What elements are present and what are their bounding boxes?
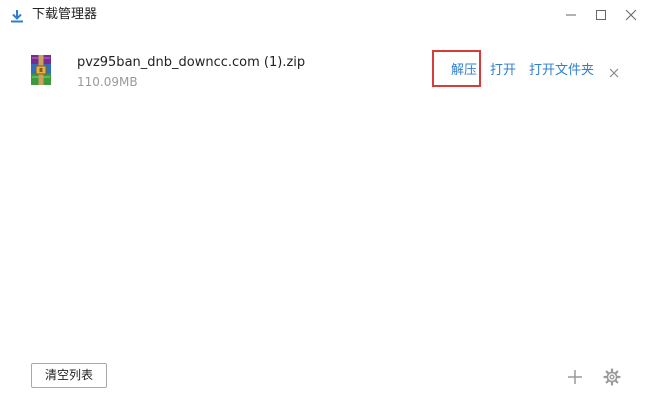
close-icon (609, 63, 619, 82)
close-window-button[interactable] (620, 4, 642, 26)
open-folder-link[interactable]: 打开文件夹 (529, 63, 594, 79)
gear-icon (603, 368, 621, 390)
winrar-archive-icon (30, 54, 52, 86)
file-name: pvz95ban_dnb_downcc.com (1).zip (77, 55, 306, 70)
download-icon (10, 8, 24, 23)
remove-item-button[interactable] (606, 64, 622, 80)
minimize-button[interactable] (560, 4, 582, 26)
open-link[interactable]: 打开 (490, 63, 516, 79)
clear-list-button[interactable]: 清空列表 (31, 363, 107, 388)
extract-link[interactable]: 解压 (451, 63, 477, 79)
window-title: 下载管理器 (32, 7, 98, 22)
maximize-icon (595, 6, 607, 25)
minimize-icon (565, 6, 577, 25)
file-size: 110.09MB (77, 75, 138, 89)
title-bar: 下载管理器 (0, 0, 650, 30)
add-download-button[interactable] (565, 369, 585, 389)
plus-icon (567, 369, 583, 389)
download-item: pvz95ban_dnb_downcc.com (1).zip 110.09MB… (0, 44, 650, 100)
maximize-button[interactable] (590, 4, 612, 26)
settings-button[interactable] (602, 368, 622, 390)
close-icon (625, 6, 637, 25)
